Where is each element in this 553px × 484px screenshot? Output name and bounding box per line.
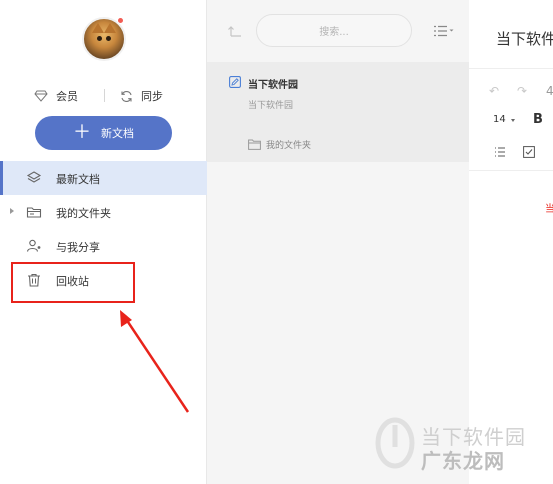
chevron-down-icon <box>511 119 515 122</box>
sidebar-item-label: 最新文档 <box>56 173 100 186</box>
font-size-select[interactable]: 14 <box>493 114 506 125</box>
sidebar: 会员 同步 ＋ 新文档 最新文档 我的文件夹 与我分享 回收站 <box>0 0 207 484</box>
sync-label: 同步 <box>141 90 163 103</box>
document-title: 当下软件园 <box>248 80 298 91</box>
toolbar-clipped-glyph[interactable]: 4 <box>546 84 553 98</box>
sync-icon <box>120 90 133 103</box>
back-up-icon[interactable] <box>227 23 243 39</box>
checkbox-icon[interactable] <box>523 146 535 158</box>
bold-button[interactable]: B <box>533 112 543 127</box>
sidebar-item-shared[interactable]: 与我分享 <box>0 229 207 263</box>
avatar-ear <box>104 23 116 33</box>
folder-icon <box>26 204 42 220</box>
edit-note-icon <box>229 76 241 88</box>
avatar-eye <box>106 36 111 41</box>
editor-title[interactable]: 当下软件 <box>496 28 553 49</box>
list-toolbar: 搜索... <box>207 0 469 62</box>
avatar-ear <box>92 23 104 33</box>
new-document-label: 新文档 <box>101 127 134 140</box>
divider <box>469 68 553 69</box>
document-folder: 我的文件夹 <box>266 141 312 151</box>
bullet-list-icon[interactable] <box>494 146 506 158</box>
watermark-text: 广东龙网 <box>421 449 505 473</box>
divider <box>104 89 105 102</box>
layers-icon <box>26 170 42 186</box>
vip-button[interactable]: 会员 <box>34 88 78 104</box>
sidebar-item-label: 我的文件夹 <box>56 207 111 220</box>
expand-caret-icon[interactable] <box>10 208 14 214</box>
notification-dot <box>117 17 124 24</box>
divider <box>469 170 553 171</box>
undo-icon[interactable]: ↶ <box>489 84 499 98</box>
sidebar-item-my-folder[interactable]: 我的文件夹 <box>0 195 207 229</box>
account-row: 会员 同步 <box>0 86 207 106</box>
annotation-highlight-box <box>11 262 135 303</box>
folder-icon <box>248 139 261 150</box>
sync-button[interactable]: 同步 <box>120 88 163 104</box>
search-placeholder: 搜索... <box>319 27 349 38</box>
document-preview: 当下软件园 <box>248 101 294 111</box>
avatar-eye <box>97 36 102 41</box>
sidebar-item-label: 与我分享 <box>56 241 100 254</box>
vip-label: 会员 <box>56 90 78 103</box>
document-list-pane: 搜索... 当下软件园 当下软件园 我的文件夹 <box>207 0 469 484</box>
sidebar-item-recent[interactable]: 最新文档 <box>0 161 207 195</box>
editor-pane: 当下软件 ↶ ↷ 4 14 B 当 <box>469 0 553 484</box>
list-view-icon[interactable] <box>432 23 454 39</box>
diamond-icon <box>34 90 48 102</box>
search-input[interactable]: 搜索... <box>256 14 412 47</box>
new-document-button[interactable]: ＋ 新文档 <box>35 116 172 150</box>
editor-body-text[interactable]: 当 <box>545 200 553 215</box>
watermark-logo-icon <box>375 417 415 469</box>
share-user-icon <box>26 238 42 254</box>
list-item[interactable]: 当下软件园 当下软件园 我的文件夹 <box>207 62 469 162</box>
redo-icon[interactable]: ↷ <box>517 84 527 98</box>
plus-icon: ＋ <box>73 122 91 143</box>
